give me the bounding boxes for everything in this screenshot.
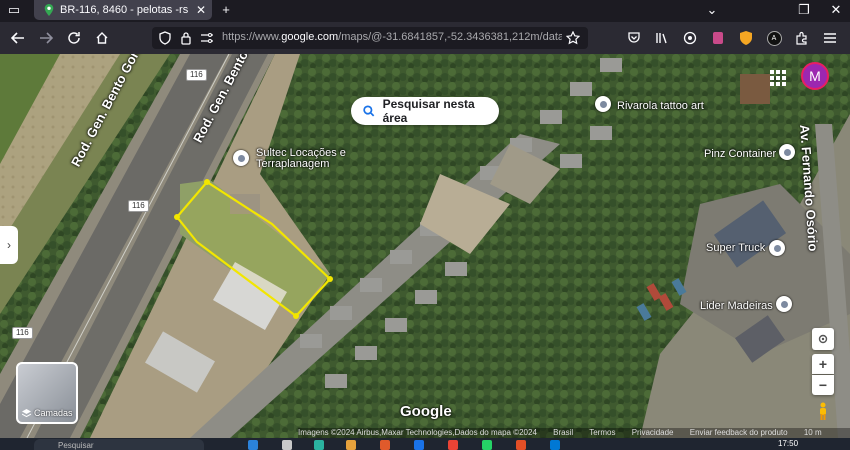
country-link[interactable]: Brasil xyxy=(553,428,573,437)
shield-icon[interactable] xyxy=(158,31,172,45)
privacy-link[interactable]: Privacidade xyxy=(632,428,674,437)
permissions-icon[interactable] xyxy=(200,32,214,44)
taskbar-search-placeholder: Pesquisar xyxy=(58,441,94,450)
pegman-icon[interactable] xyxy=(814,400,832,422)
taskbar-app-icon[interactable] xyxy=(414,440,424,450)
new-tab-icon[interactable]: + xyxy=(216,1,236,19)
home-icon[interactable] xyxy=(92,28,112,48)
extensions-puzzle-icon[interactable] xyxy=(792,28,812,48)
url-domain: google.com xyxy=(281,31,339,43)
taskbar-app-icon[interactable] xyxy=(516,440,526,450)
account-avatar[interactable]: M xyxy=(801,62,829,90)
tab-overflow-chevron-icon[interactable]: ⌄ xyxy=(702,1,722,19)
crosshair-icon xyxy=(818,334,828,344)
sync-account-icon[interactable] xyxy=(680,28,700,48)
address-bar[interactable]: https://www.google.com/maps/@-31.6841857… xyxy=(152,27,588,49)
tab-active[interactable]: BR-116, 8460 - pelotas -rs - Google ✕ xyxy=(34,0,212,20)
layers-icon xyxy=(22,408,31,417)
search-this-area-label: Pesquisar nesta área xyxy=(382,97,475,125)
layers-label: Camadas xyxy=(34,408,73,418)
url-path: /maps/@-31.6841857,-52.3436381,212m/data… xyxy=(338,31,562,43)
menu-hamburger-icon[interactable] xyxy=(820,28,840,48)
my-location-button[interactable] xyxy=(812,328,834,350)
feedback-link[interactable]: Enviar feedback do produto xyxy=(690,428,788,437)
apps-grid-icon[interactable] xyxy=(768,68,788,88)
place-label-rivarola[interactable]: Rivarola tattoo art xyxy=(617,100,704,112)
highway-shield-3: 116 xyxy=(12,327,33,339)
side-panel-toggle[interactable]: › xyxy=(0,226,18,264)
taskbar-clock[interactable]: 17:50 xyxy=(778,439,798,448)
back-icon[interactable] xyxy=(8,28,28,48)
url-text[interactable]: https://www.google.com/maps/@-31.6841857… xyxy=(222,31,562,43)
forward-icon[interactable] xyxy=(36,28,56,48)
lock-icon[interactable] xyxy=(180,31,192,45)
taskbar-app-icon[interactable] xyxy=(448,440,458,450)
place-pin-rivarola[interactable] xyxy=(595,96,611,112)
os-taskbar: Pesquisar 17:50 xyxy=(0,438,850,450)
place-label-sultec[interactable]: Sultec Locações e Terraplanagem xyxy=(256,148,346,170)
place-label-lider[interactable]: Lider Madeiras xyxy=(700,300,773,312)
pocket-icon[interactable] xyxy=(624,28,644,48)
extension-pink-icon[interactable] xyxy=(708,28,728,48)
layers-button[interactable]: Camadas xyxy=(16,362,78,424)
taskbar-app-icon[interactable] xyxy=(550,440,560,450)
place-pin-lider[interactable] xyxy=(776,296,792,312)
imagery-credit: Imagens ©2024 Airbus,Maxar Technologies,… xyxy=(298,428,537,437)
extension-dark-icon[interactable]: A xyxy=(764,28,784,48)
search-icon xyxy=(363,105,375,117)
place-pin-pinz[interactable] xyxy=(779,144,795,160)
place-pin-super-truck[interactable] xyxy=(769,240,785,256)
map-attribution: Imagens ©2024 Airbus,Maxar Technologies,… xyxy=(298,428,850,438)
tab-bar: ▭ BR-116, 8460 - pelotas -rs - Google ✕ … xyxy=(0,0,850,22)
zoom-out-button[interactable]: − xyxy=(812,375,834,395)
highway-shield-2: 116 xyxy=(128,200,149,212)
layers-label-wrap: Camadas xyxy=(22,408,73,418)
navigation-toolbar: https://www.google.com/maps/@-31.6841857… xyxy=(0,22,850,54)
taskbar-app-icon[interactable] xyxy=(482,440,492,450)
tab-close-icon[interactable]: ✕ xyxy=(196,3,206,17)
place-label-super-truck[interactable]: Super Truck xyxy=(706,242,765,254)
taskbar-search-box[interactable]: Pesquisar xyxy=(34,439,204,450)
url-prefix: https://www. xyxy=(222,31,282,43)
taskbar-app-icon[interactable] xyxy=(248,440,258,450)
scale-label[interactable]: 10 m xyxy=(804,428,822,437)
library-icon[interactable] xyxy=(652,28,672,48)
search-this-area-button[interactable]: Pesquisar nesta área xyxy=(351,97,499,125)
tab-title: BR-116, 8460 - pelotas -rs - Google xyxy=(60,4,190,16)
maps-favicon-icon xyxy=(44,4,54,16)
taskbar-app-icon[interactable] xyxy=(314,440,324,450)
satellite-map[interactable]: › Pesquisar nesta área M Rod. Gen. Bento… xyxy=(0,54,850,438)
place-pin-sultec[interactable] xyxy=(233,150,249,166)
google-logo: Google xyxy=(400,403,452,420)
terms-link[interactable]: Termos xyxy=(589,428,615,437)
taskbar-app-icon[interactable] xyxy=(346,440,356,450)
taskbar-app-icon[interactable] xyxy=(282,440,292,450)
extension-shield-icon[interactable] xyxy=(736,28,756,48)
zoom-in-button[interactable]: + xyxy=(812,354,834,374)
highway-shield-1: 116 xyxy=(186,69,207,81)
bookmark-star-icon[interactable] xyxy=(566,31,580,45)
taskbar-app-icon[interactable] xyxy=(380,440,390,450)
tab-list-icon[interactable]: ▭ xyxy=(4,1,24,19)
place-label-pinz[interactable]: Pinz Container xyxy=(704,148,776,160)
reload-icon[interactable] xyxy=(64,28,84,48)
window-close-icon[interactable]: ✕ xyxy=(826,1,846,19)
window-restore-icon[interactable]: ❐ xyxy=(794,1,814,19)
